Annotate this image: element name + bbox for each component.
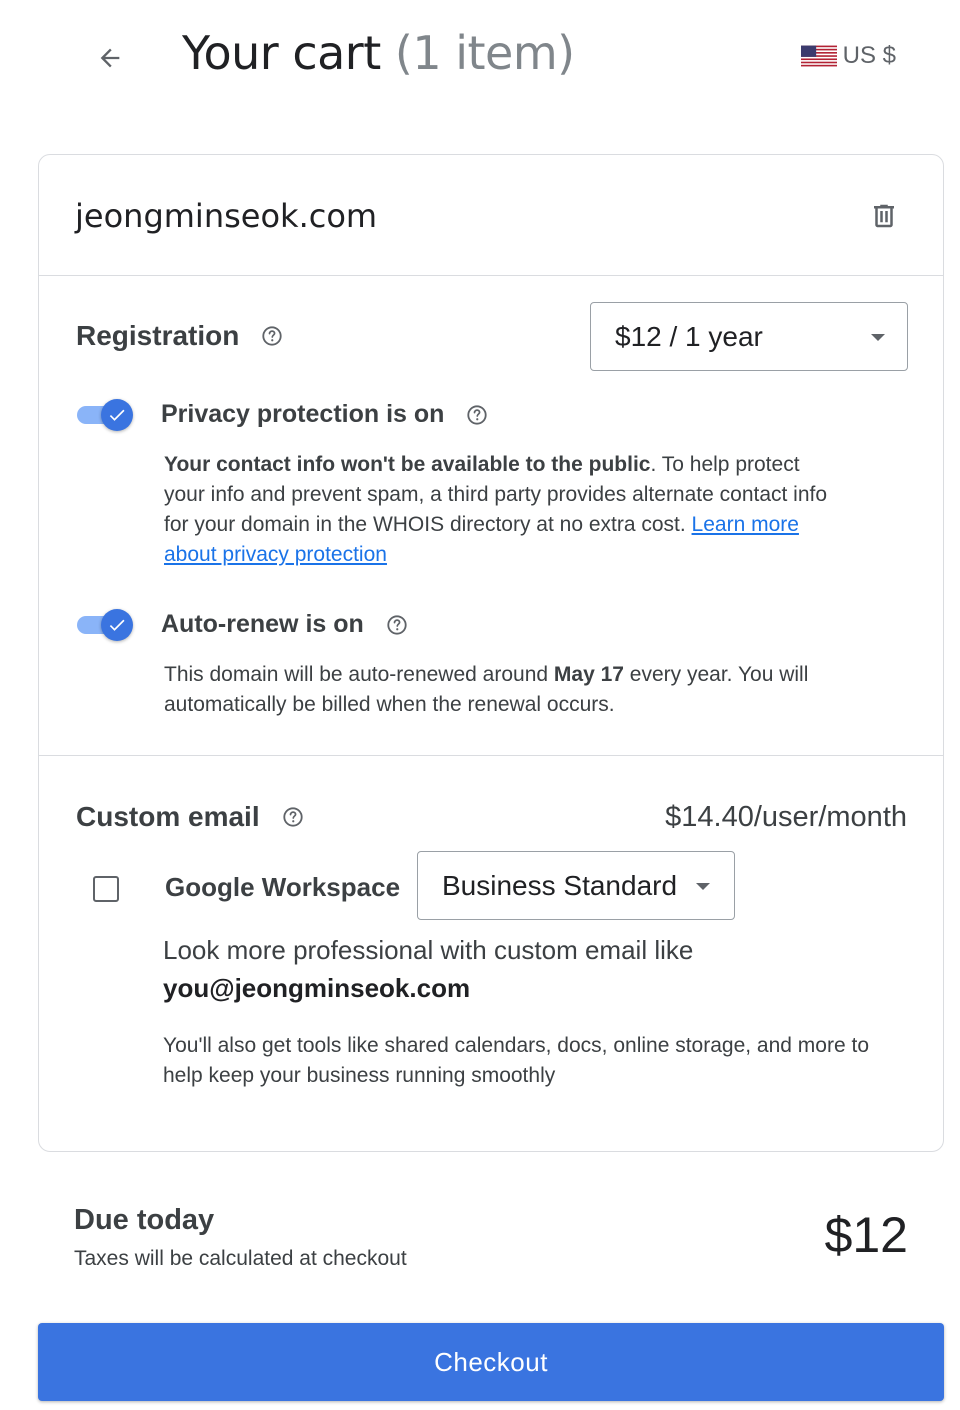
check-icon xyxy=(101,399,133,431)
page-title: Your cart (1 item) xyxy=(182,26,575,80)
tax-note: Taxes will be calculated at checkout xyxy=(74,1247,407,1270)
page-header: Your cart (1 item) US $ xyxy=(0,0,960,120)
example-email-address: you@jeongminseok.com xyxy=(163,973,471,1003)
privacy-toggle[interactable] xyxy=(77,399,133,431)
domain-name: jeongminseok.com xyxy=(75,197,378,235)
arrow-back-icon xyxy=(100,48,120,68)
registration-label: Registration xyxy=(76,320,240,351)
privacy-label: Privacy protection is on xyxy=(161,400,445,428)
privacy-description: Your contact info won't be available to … xyxy=(164,450,844,570)
cart-item-count: (1 item) xyxy=(394,26,575,80)
custom-email-price: $14.40/user/month xyxy=(665,801,907,833)
workspace-plan-select[interactable]: Business Standard xyxy=(417,851,735,920)
currency-selector[interactable]: US $ xyxy=(800,42,896,70)
custom-email-pitch-text: Look more professional with custom email… xyxy=(163,935,694,965)
due-today-label: Due today xyxy=(74,1204,215,1236)
chevron-down-icon xyxy=(696,883,710,890)
privacy-heading: Privacy protection is on xyxy=(161,400,488,429)
custom-email-pitch: Look more professional with custom email… xyxy=(163,931,863,1007)
auto-renew-toggle[interactable] xyxy=(77,609,133,641)
check-icon xyxy=(101,609,133,641)
page-title-text: Your cart xyxy=(182,26,381,80)
registration-term-select[interactable]: $12 / 1 year xyxy=(590,302,908,371)
registration-heading: Registration xyxy=(76,320,283,352)
help-icon[interactable] xyxy=(386,614,408,636)
auto-renew-heading: Auto-renew is on xyxy=(161,610,408,639)
auto-renew-label: Auto-renew is on xyxy=(161,610,364,638)
help-icon[interactable] xyxy=(466,404,488,426)
checkout-button[interactable]: Checkout xyxy=(38,1323,944,1401)
auto-renew-description: This domain will be auto-renewed around … xyxy=(164,660,844,720)
cart-item-card: jeongminseok.com Registration $12 / 1 ye… xyxy=(38,154,944,1152)
domain-row: jeongminseok.com xyxy=(39,155,943,276)
back-button[interactable] xyxy=(88,36,132,80)
registration-section: Registration $12 / 1 year Privacy protec… xyxy=(39,276,943,756)
renewal-date: May 17 xyxy=(553,663,624,686)
registration-term-value: $12 / 1 year xyxy=(615,320,763,352)
workspace-plan-value: Business Standard xyxy=(442,869,678,901)
google-workspace-label: Google Workspace xyxy=(165,872,401,902)
google-workspace-checkbox[interactable] xyxy=(93,876,119,902)
trash-icon[interactable] xyxy=(869,199,899,233)
custom-email-heading: Custom email xyxy=(76,801,304,833)
help-icon[interactable] xyxy=(282,806,304,828)
us-flag-icon xyxy=(800,45,837,67)
privacy-desc-bold: Your contact info won't be available to … xyxy=(164,453,651,476)
help-icon[interactable] xyxy=(261,325,283,347)
auto-renew-desc-before: This domain will be auto-renewed around xyxy=(164,663,554,686)
workspace-tools-description: You'll also get tools like shared calend… xyxy=(163,1034,869,1087)
chevron-down-icon xyxy=(871,334,885,341)
custom-email-label: Custom email xyxy=(76,801,260,832)
custom-email-section: Custom email $14.40/user/month Google Wo… xyxy=(39,757,943,1151)
due-today-summary: Due today Taxes will be calculated at ch… xyxy=(74,1204,407,1271)
currency-label: US $ xyxy=(842,42,896,69)
due-today-amount: $12 xyxy=(824,1207,908,1263)
